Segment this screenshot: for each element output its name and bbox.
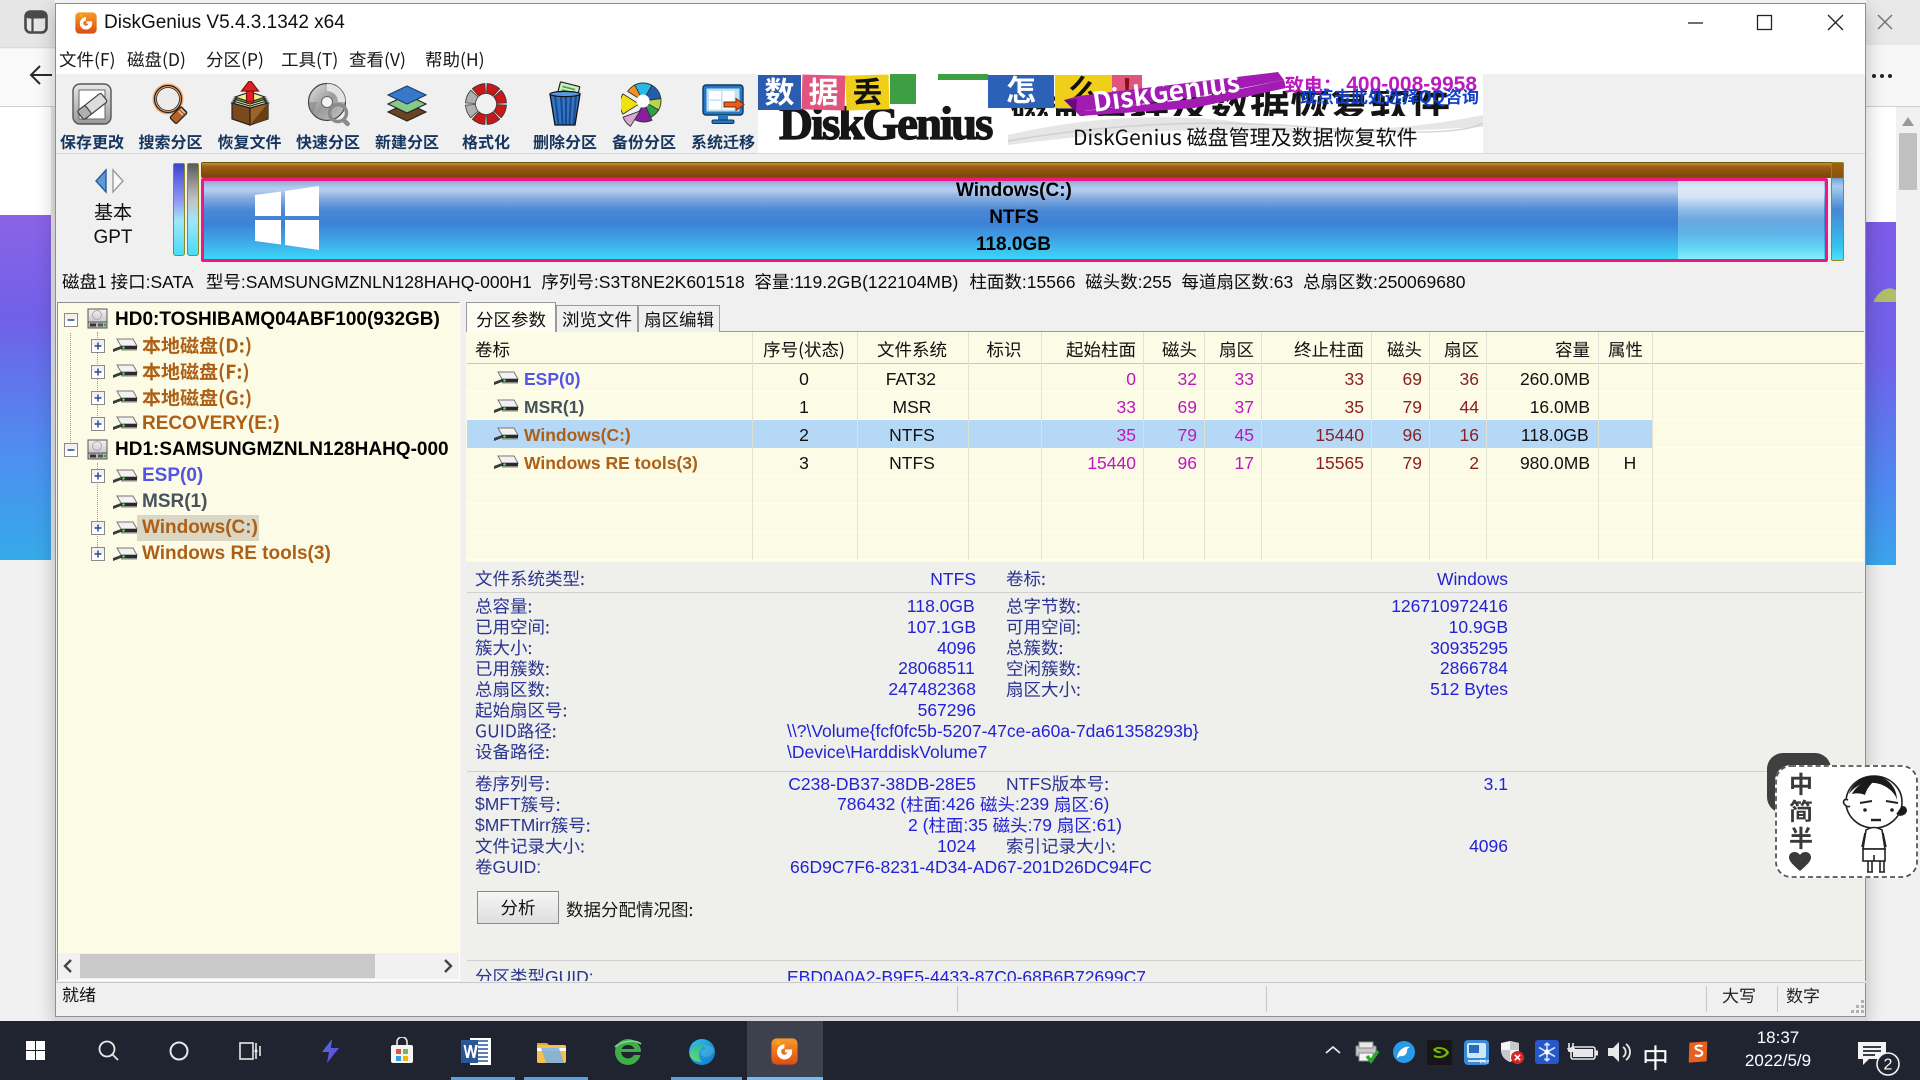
svg-text:2: 2 [1884,1057,1893,1074]
svg-text:intel: intel [1480,1060,1489,1066]
